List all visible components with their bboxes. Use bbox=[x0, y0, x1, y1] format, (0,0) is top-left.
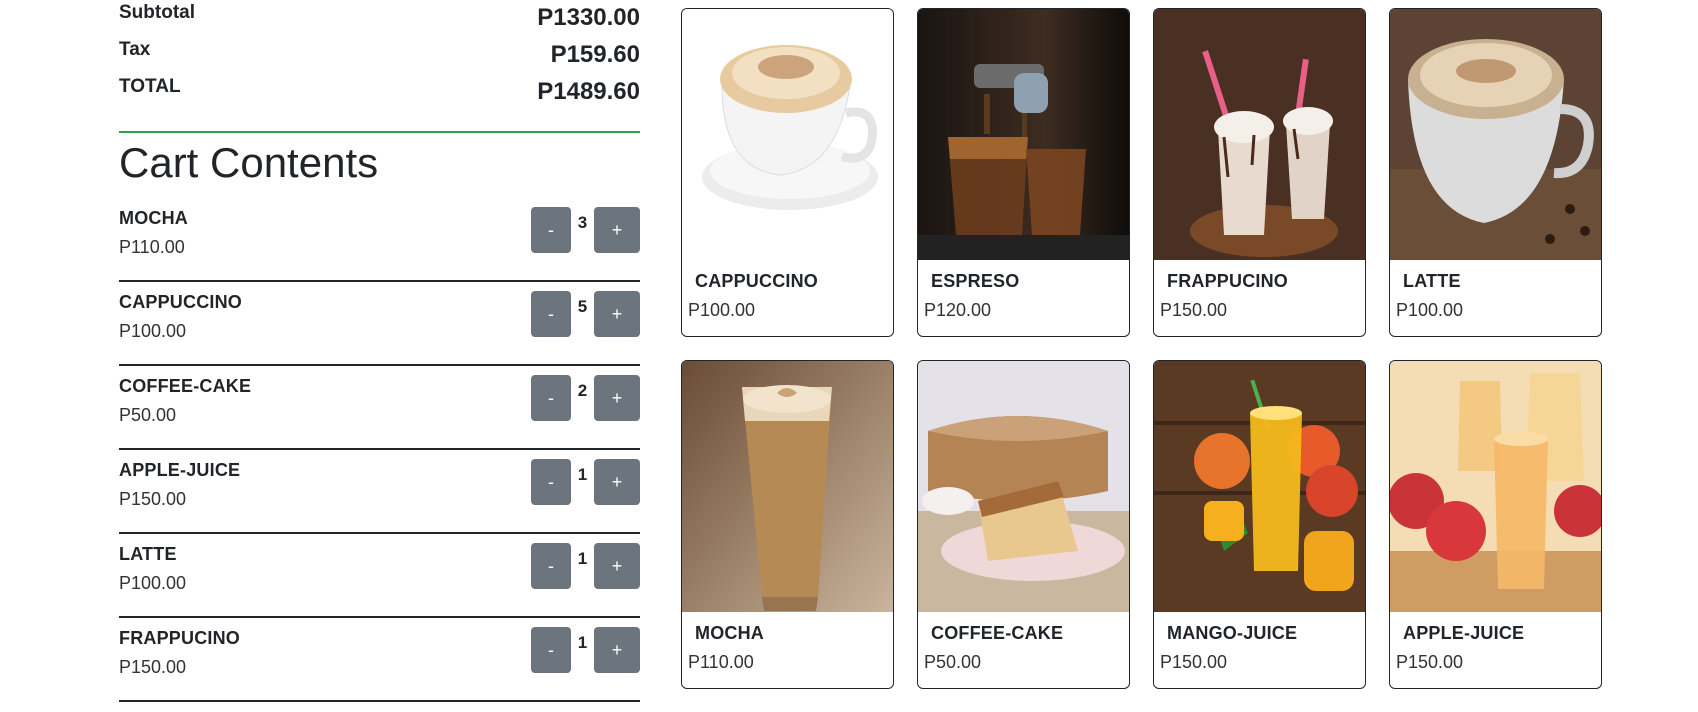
cappuccino-image bbox=[682, 9, 893, 260]
tax-label: Tax bbox=[119, 39, 151, 60]
product-price: P50.00 bbox=[924, 652, 982, 672]
cart-item-name: APPLE-JUICE bbox=[119, 460, 241, 481]
decrease-quantity-button[interactable]: - bbox=[531, 627, 571, 674]
decrease-quantity-button[interactable]: - bbox=[531, 375, 571, 422]
quantity-stepper: - 5 + bbox=[531, 291, 640, 339]
product-name: APPLE-JUICE bbox=[1403, 623, 1525, 643]
increase-quantity-button[interactable]: + bbox=[594, 459, 640, 506]
cart-title: Cart Contents bbox=[119, 139, 379, 186]
frappucino-image bbox=[1154, 9, 1365, 260]
product-card[interactable]: COFFEE-CAKE P50.00 bbox=[917, 360, 1130, 689]
cart-item-price: P100.00 bbox=[119, 321, 187, 342]
tax-row: Tax P159.60 bbox=[119, 37, 640, 74]
quantity-stepper: - 1 + bbox=[531, 459, 640, 507]
product-price: P150.00 bbox=[1160, 300, 1228, 320]
espresso-image bbox=[918, 9, 1129, 260]
product-image bbox=[1390, 361, 1601, 612]
quantity-value: 1 bbox=[577, 465, 588, 485]
quantity-stepper: - 2 + bbox=[531, 375, 640, 423]
product-price: P110.00 bbox=[688, 652, 754, 672]
decrease-quantity-button[interactable]: - bbox=[531, 291, 571, 338]
subtotal-value: P1330.00 bbox=[537, 4, 640, 31]
cart-item: MOCHA P110.00 - 3 + bbox=[119, 198, 640, 283]
product-name: ESPRESO bbox=[931, 271, 1020, 291]
product-image bbox=[1154, 9, 1365, 260]
quantity-stepper: - 1 + bbox=[531, 543, 640, 591]
cart-item-price: P50.00 bbox=[119, 405, 177, 426]
tax-value: P159.60 bbox=[550, 41, 640, 68]
quantity-stepper: - 1 + bbox=[531, 627, 640, 675]
decrease-quantity-button[interactable]: - bbox=[531, 543, 571, 590]
cart-item-name: CAPPUCCINO bbox=[119, 292, 243, 313]
subtotal-label: Subtotal bbox=[119, 2, 195, 23]
mango-juice-image bbox=[1154, 361, 1365, 612]
quantity-stepper: - 3 + bbox=[531, 207, 640, 255]
product-card[interactable]: LATTE P100.00 bbox=[1389, 8, 1602, 337]
increase-quantity-button[interactable]: + bbox=[594, 291, 640, 338]
cart-item-name: FRAPPUCINO bbox=[119, 628, 241, 649]
increase-quantity-button[interactable]: + bbox=[594, 207, 640, 254]
latte-image bbox=[1390, 9, 1601, 260]
cart-item: LATTE P100.00 - 1 + bbox=[119, 534, 640, 619]
cart-item-name: COFFEE-CAKE bbox=[119, 376, 252, 397]
increase-quantity-button[interactable]: + bbox=[594, 375, 640, 422]
apple-juice-image bbox=[1390, 361, 1601, 612]
product-price: P100.00 bbox=[1396, 300, 1464, 320]
cart-item-price: P150.00 bbox=[119, 489, 187, 510]
product-image bbox=[682, 361, 893, 612]
product-price: P150.00 bbox=[1160, 652, 1228, 672]
cart-item: FRAPPUCINO P150.00 - 1 + bbox=[119, 618, 640, 703]
product-card[interactable]: CAPPUCCINO P100.00 bbox=[681, 8, 894, 337]
quantity-value: 2 bbox=[577, 381, 588, 401]
order-panel: Subtotal P1330.00 Tax P159.60 TOTAL P148… bbox=[119, 0, 640, 703]
subtotal-row: Subtotal P1330.00 bbox=[119, 0, 640, 37]
mocha-image bbox=[682, 361, 893, 612]
cart-item-name: LATTE bbox=[119, 544, 177, 565]
product-price: P100.00 bbox=[688, 300, 756, 320]
total-label: TOTAL bbox=[119, 76, 181, 97]
cart-item-name: MOCHA bbox=[119, 208, 188, 229]
product-price: P150.00 bbox=[1396, 652, 1464, 672]
quantity-value: 5 bbox=[577, 297, 588, 317]
product-name: MOCHA bbox=[695, 623, 764, 643]
cart-item-price: P110.00 bbox=[119, 237, 185, 258]
product-card[interactable]: FRAPPUCINO P150.00 bbox=[1153, 8, 1366, 337]
decrease-quantity-button[interactable]: - bbox=[531, 459, 571, 506]
cart-item: CAPPUCCINO P100.00 - 5 + bbox=[119, 282, 640, 367]
product-name: COFFEE-CAKE bbox=[931, 623, 1064, 643]
decrease-quantity-button[interactable]: - bbox=[531, 207, 571, 254]
product-image bbox=[918, 9, 1129, 260]
increase-quantity-button[interactable]: + bbox=[594, 543, 640, 590]
product-card[interactable]: MOCHA P110.00 bbox=[681, 360, 894, 689]
quantity-value: 1 bbox=[577, 549, 588, 569]
coffee-cake-image bbox=[918, 361, 1129, 612]
cart-list: MOCHA P110.00 - 3 + CAPPUCCINO P100.00 -… bbox=[119, 198, 640, 703]
increase-quantity-button[interactable]: + bbox=[594, 627, 640, 674]
total-row: TOTAL P1489.60 bbox=[119, 74, 640, 111]
product-image bbox=[1154, 361, 1365, 612]
cart-item-price: P150.00 bbox=[119, 657, 187, 678]
product-card[interactable]: MANGO-JUICE P150.00 bbox=[1153, 360, 1366, 689]
summary-divider bbox=[119, 131, 640, 133]
product-image bbox=[682, 9, 893, 260]
product-card[interactable]: ESPRESO P120.00 bbox=[917, 8, 1130, 337]
cart-item: COFFEE-CAKE P50.00 - 2 + bbox=[119, 366, 640, 451]
quantity-value: 3 bbox=[577, 213, 588, 233]
cart-item-price: P100.00 bbox=[119, 573, 187, 594]
product-card[interactable]: APPLE-JUICE P150.00 bbox=[1389, 360, 1602, 689]
product-price: P120.00 bbox=[924, 300, 992, 320]
product-name: MANGO-JUICE bbox=[1167, 623, 1298, 643]
total-value: P1489.60 bbox=[537, 78, 640, 105]
product-name: CAPPUCCINO bbox=[695, 271, 819, 291]
product-name: LATTE bbox=[1403, 271, 1461, 291]
quantity-value: 1 bbox=[577, 633, 588, 653]
product-name: FRAPPUCINO bbox=[1167, 271, 1289, 291]
product-image bbox=[918, 361, 1129, 612]
cart-item: APPLE-JUICE P150.00 - 1 + bbox=[119, 450, 640, 535]
product-image bbox=[1390, 9, 1601, 260]
